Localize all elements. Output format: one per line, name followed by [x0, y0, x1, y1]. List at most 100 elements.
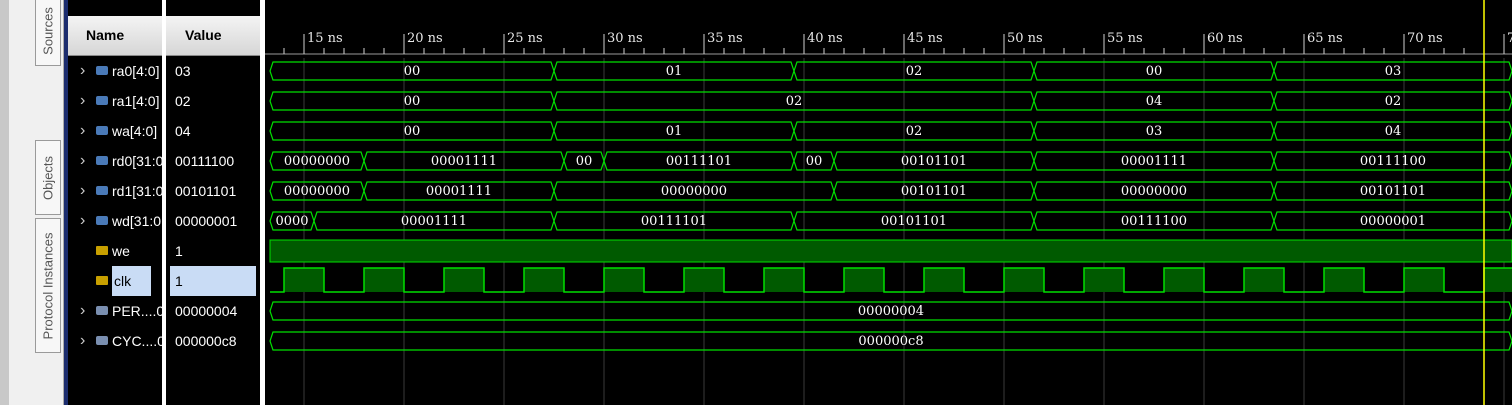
param-icon	[96, 336, 108, 345]
signal-row-0[interactable]: › ra0[4:0]	[68, 56, 162, 86]
bus-value-label: 00111100	[1121, 214, 1187, 229]
signal-name: CYC....0	[112, 333, 162, 349]
tab-objects[interactable]: Objects	[35, 140, 61, 215]
bus-value-label: 00001111	[1121, 154, 1187, 169]
clk-high-pulse	[284, 268, 324, 292]
signal-value: 00000001	[175, 213, 238, 229]
signal-name: clk	[112, 266, 152, 296]
bus-value-label: 00101101	[901, 154, 967, 169]
ruler-tick-label: 65 ns	[1307, 31, 1343, 46]
signal-row-1[interactable]: › ra1[4:0]	[68, 86, 162, 116]
signal-row-5[interactable]: › wd[31:0	[68, 206, 162, 236]
clk-high-pulse	[364, 268, 404, 292]
bus-value-label: 00001111	[431, 154, 497, 169]
clk-high-pulse	[1404, 268, 1444, 292]
value-column: Value 03 02 04 00111100 00101101 00000001 1 1 00…	[166, 0, 260, 405]
bus-value-label: 00111101	[641, 214, 707, 229]
signal-row-6[interactable]: we	[68, 236, 162, 266]
bus-icon	[96, 216, 108, 225]
bus-icon	[96, 96, 108, 105]
expand-chevron-icon[interactable]: ›	[80, 86, 85, 116]
clk-high-pulse	[684, 268, 724, 292]
bus-value-label: 02	[906, 64, 923, 79]
ruler-tick-label: 25 ns	[507, 31, 543, 46]
expand-chevron-icon[interactable]: ›	[80, 116, 85, 146]
signal-row-8[interactable]: › PER....0	[68, 296, 162, 326]
tab-sources-label: Sources	[40, 7, 56, 55]
bus-value-label: 00000000	[1121, 184, 1187, 199]
tab-sources[interactable]: Sources	[35, 0, 61, 66]
ruler-tick-label: 40 ns	[807, 31, 843, 46]
ruler-tick-label: 60 ns	[1207, 31, 1243, 46]
bus-value-label: 00101101	[1360, 184, 1426, 199]
clk-high-pulse	[1484, 268, 1512, 292]
signal-value: 03	[175, 63, 191, 79]
waveform-canvas[interactable]: 15 ns 20 ns 25 ns 30 ns 35 ns 40 ns 45 ns 50 ns…	[265, 0, 1512, 405]
bus-value-label: 00	[404, 124, 421, 139]
left-edge-strip	[0, 0, 9, 405]
bus-value-label: 00000000	[284, 184, 350, 199]
clk-high-pulse	[764, 268, 804, 292]
clk-high-pulse	[1244, 268, 1284, 292]
bus-value-label: 01	[666, 124, 683, 139]
name-column: Name › ra0[4:0] › ra1[4:0] › wa[4:0] › rd0[31:0…	[68, 0, 162, 405]
bus-value-label: 00001111	[426, 184, 492, 199]
name-header[interactable]: Name	[68, 16, 162, 56]
bus-value-label: 00000001	[1360, 214, 1426, 229]
signal-value: 00111100	[175, 153, 235, 169]
value-header[interactable]: Value	[166, 16, 260, 56]
wire-icon	[96, 276, 108, 285]
signal-name: we	[112, 243, 130, 259]
expand-chevron-icon[interactable]: ›	[80, 326, 85, 356]
bus-value-label: 00000004	[858, 304, 924, 319]
clk-high-pulse	[604, 268, 644, 292]
signal-row-4[interactable]: › rd1[31:0	[68, 176, 162, 206]
signal-value: 04	[175, 123, 191, 139]
signal-name: PER....0	[112, 303, 162, 319]
expand-chevron-icon[interactable]: ›	[80, 206, 85, 236]
signal-row-7[interactable]: clk	[68, 266, 162, 296]
signal-name: wa[4:0]	[112, 123, 158, 139]
ruler-tick-label: 70 ns	[1407, 31, 1443, 46]
clk-high-pulse	[1324, 268, 1364, 292]
signal-value: 02	[175, 93, 191, 109]
bus-value-label: 02	[786, 94, 803, 109]
expand-chevron-icon[interactable]: ›	[80, 146, 85, 176]
bus-value-label: 00111100	[1360, 154, 1426, 169]
clk-high-pulse	[444, 268, 484, 292]
expand-chevron-icon[interactable]: ›	[80, 296, 85, 326]
value-header-label: Value	[185, 27, 222, 43]
ruler-tick-label: 7	[1507, 31, 1512, 46]
tab-protocol-label: Protocol Instances	[40, 232, 56, 339]
clk-high-pulse	[844, 268, 884, 292]
signal-name: rd1[31:0	[112, 183, 162, 199]
bus-icon	[96, 126, 108, 135]
clk-high-pulse	[1084, 268, 1124, 292]
bus-value-label: 01	[666, 64, 683, 79]
signal-value: 1	[175, 243, 183, 259]
signal-value: 00000004	[175, 303, 238, 319]
bus-value-label: 00101101	[901, 184, 967, 199]
bus-value-label: 00111101	[666, 154, 732, 169]
name-header-label: Name	[86, 27, 125, 43]
bus-icon	[96, 156, 108, 165]
clk-high-pulse	[1164, 268, 1204, 292]
bus-value-label: 03	[1146, 124, 1163, 139]
signal-row-9[interactable]: › CYC....0	[68, 326, 162, 356]
bus-value-label: 00	[404, 64, 421, 79]
tab-protocol-instances[interactable]: Protocol Instances	[35, 218, 61, 353]
signal-name: wd[31:0	[112, 213, 162, 229]
ruler-tick-label: 15 ns	[307, 31, 343, 46]
bus-value-label: 02	[906, 124, 923, 139]
expand-chevron-icon[interactable]: ›	[80, 176, 85, 206]
signal-row-3[interactable]: › rd0[31:0	[68, 146, 162, 176]
we-high-level	[269, 239, 1512, 263]
signal-row-2[interactable]: › wa[4:0]	[68, 116, 162, 146]
signal-value: 000000c8	[175, 333, 237, 349]
bus-value-label: 02	[1385, 94, 1402, 109]
bus-value-label: 00	[576, 154, 593, 169]
side-tab-bar: Sources Objects Protocol Instances	[9, 0, 64, 405]
expand-chevron-icon[interactable]: ›	[80, 56, 85, 86]
wire-icon	[96, 246, 108, 255]
signal-name: ra0[4:0]	[112, 63, 160, 79]
